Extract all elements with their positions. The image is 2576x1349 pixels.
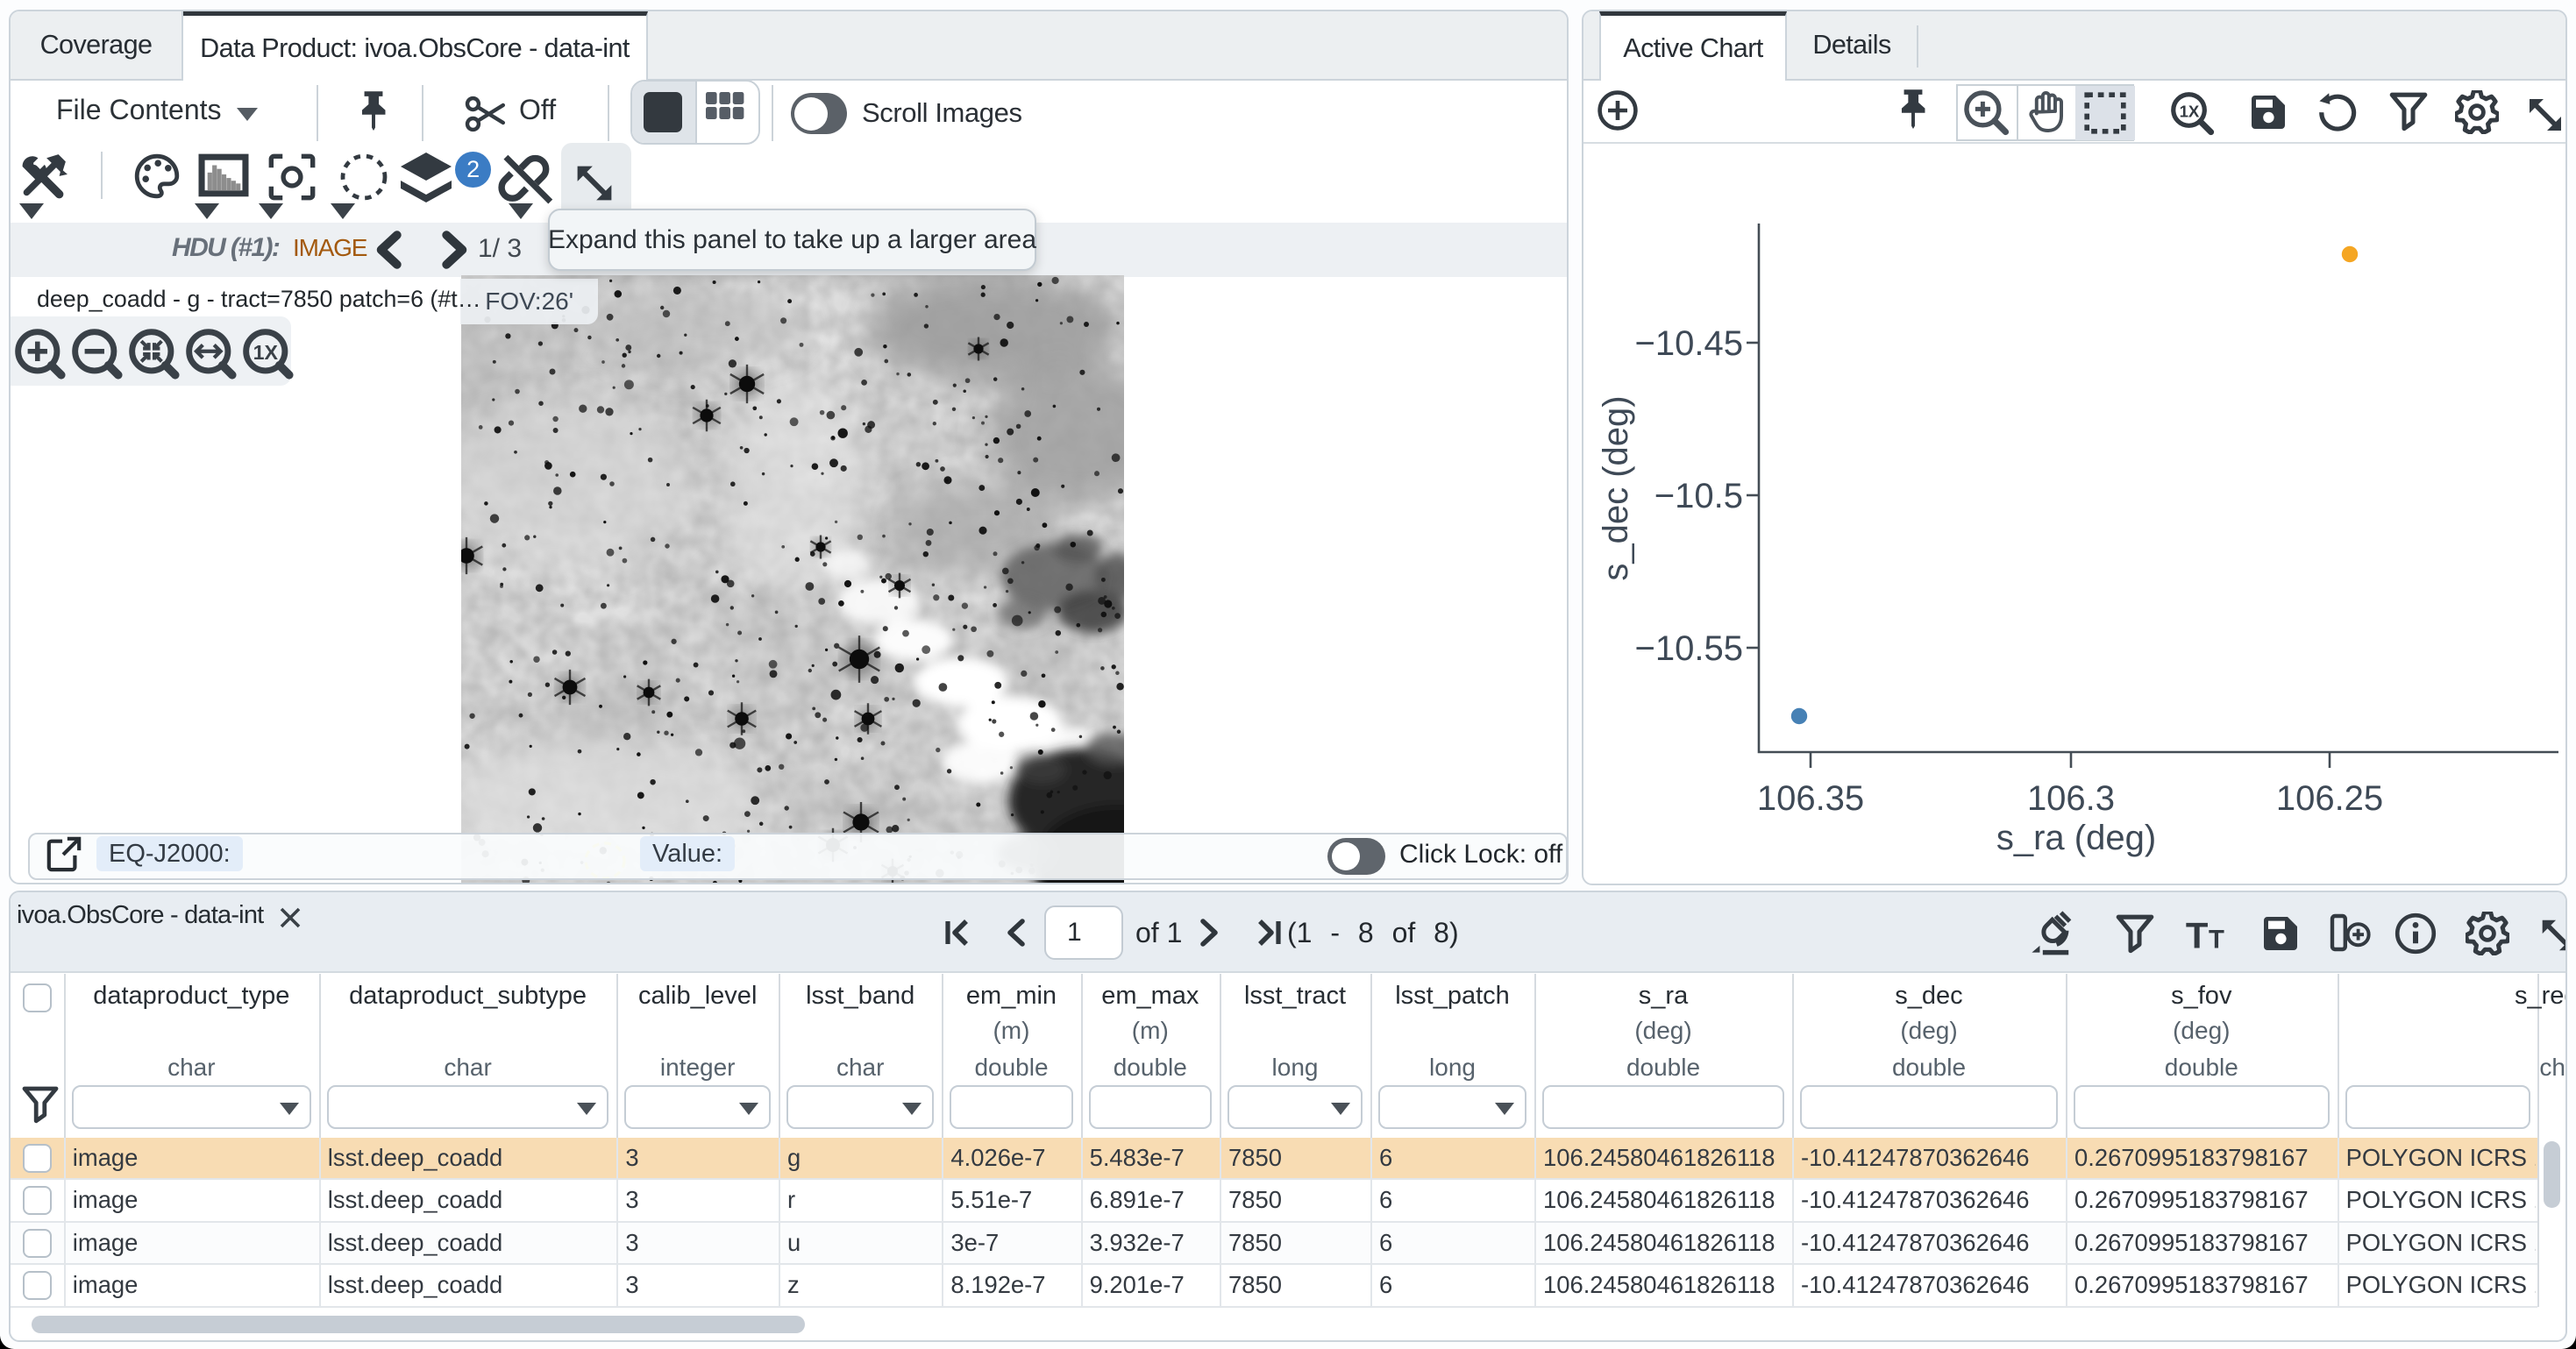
svg-text:106.3: 106.3: [2027, 779, 2115, 818]
svg-text:T: T: [2209, 927, 2224, 955]
svg-text:−10.5: −10.5: [1654, 477, 1743, 515]
svg-text:s_ra (deg): s_ra (deg): [1996, 819, 2156, 857]
svg-text:−10.45: −10.45: [1635, 324, 1743, 363]
svg-text:106.25: 106.25: [2276, 779, 2383, 818]
svg-text:−10.55: −10.55: [1635, 629, 1743, 668]
svg-text:T: T: [2186, 915, 2209, 955]
svg-text:1X: 1X: [2180, 102, 2200, 120]
svg-text:s_dec (deg): s_dec (deg): [1597, 395, 1635, 580]
svg-text:1X: 1X: [253, 341, 279, 364]
svg-text:106.35: 106.35: [1757, 779, 1864, 818]
